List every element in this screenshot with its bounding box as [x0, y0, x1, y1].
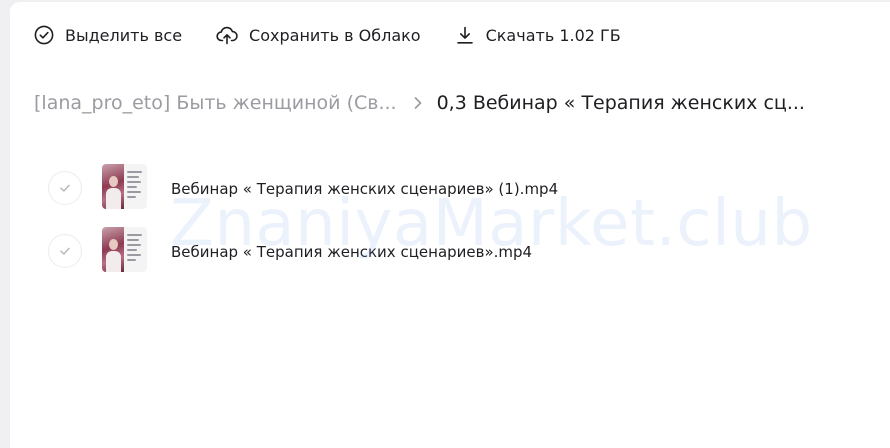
file-row[interactable]: Вебинар « Терапия женских сценариев».mp4	[48, 225, 768, 288]
breadcrumb: [lana_pro_eto] Быть женщиной (Св... 0,3 …	[34, 92, 805, 114]
check-icon	[60, 247, 70, 255]
file-name[interactable]: Вебинар « Терапия женских сценариев».mp4	[171, 243, 532, 261]
save-to-cloud-label: Сохранить в Облако	[249, 25, 421, 45]
file-name[interactable]: Вебинар « Терапия женских сценариев» (1)…	[171, 180, 558, 198]
select-all-label: Выделить все	[65, 25, 183, 45]
file-list: Вебинар « Терапия женских сценариев» (1)…	[48, 162, 768, 288]
download-label: Скачать 1.02 ГБ	[485, 25, 621, 45]
file-checkbox[interactable]	[48, 234, 82, 268]
cloud-upload-icon	[216, 26, 238, 45]
thumbnail-text	[124, 227, 147, 272]
check-icon	[60, 184, 70, 192]
thumbnail-photo	[102, 227, 124, 272]
breadcrumb-current-folder: 0,3 Вебинар « Терапия женских сц...	[436, 92, 805, 114]
file-checkbox[interactable]	[48, 171, 82, 205]
video-thumbnail	[102, 227, 147, 272]
select-all-button[interactable]: Выделить все	[34, 25, 182, 45]
thumbnail-photo	[102, 164, 124, 209]
breadcrumb-parent-folder[interactable]: [lana_pro_eto] Быть женщиной (Св...	[34, 92, 397, 114]
thumbnail-text	[124, 164, 147, 209]
download-icon	[456, 26, 473, 44]
chevron-right-icon	[414, 97, 421, 109]
download-button[interactable]: Скачать 1.02 ГБ	[455, 25, 621, 45]
check-circle-icon	[34, 25, 54, 45]
toolbar: Выделить все Сохранить в Облако Скачать …	[34, 22, 655, 48]
file-row[interactable]: Вебинар « Терапия женских сценариев» (1)…	[48, 162, 768, 225]
file-browser-panel: Выделить все Сохранить в Облако Скачать …	[10, 2, 890, 448]
video-thumbnail	[102, 164, 147, 209]
save-to-cloud-button[interactable]: Сохранить в Облако	[216, 25, 421, 45]
